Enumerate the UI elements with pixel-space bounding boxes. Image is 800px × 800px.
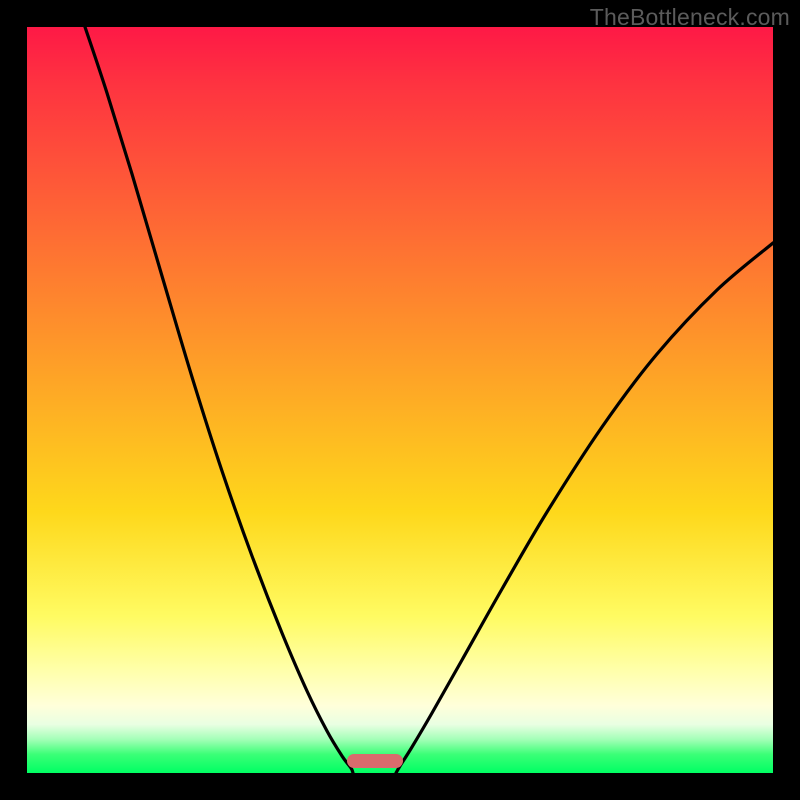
plot-area (27, 27, 773, 773)
bottleneck-curve-svg (27, 27, 773, 773)
curve-left (85, 27, 353, 773)
chart-frame: TheBottleneck.com (0, 0, 800, 800)
curve-right (396, 243, 773, 773)
optimum-marker (347, 754, 403, 768)
watermark: TheBottleneck.com (590, 4, 790, 31)
